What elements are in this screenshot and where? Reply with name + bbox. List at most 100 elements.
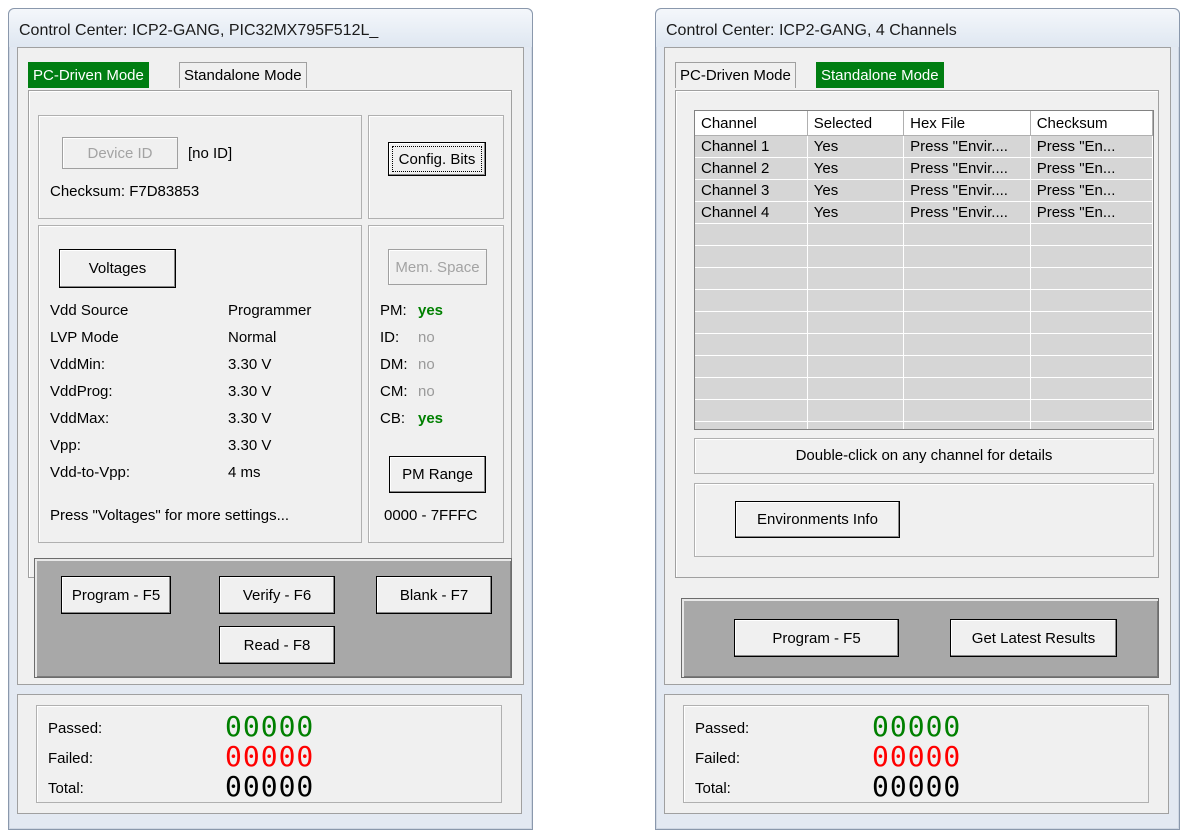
empty-cell xyxy=(903,333,1031,356)
passed-counter: 00000 xyxy=(872,710,962,743)
empty-cell xyxy=(1030,399,1153,422)
cell-checksum: Press "En... xyxy=(1030,179,1153,202)
device-id-button[interactable]: Device ID xyxy=(62,137,178,169)
empty-cell xyxy=(1030,267,1153,290)
empty-cell xyxy=(695,421,808,429)
empty-row xyxy=(695,355,1153,378)
window-title: Control Center: ICP2-GANG, PIC32MX795F51… xyxy=(19,22,379,39)
setting-label: VddMin: xyxy=(50,356,106,373)
program-button[interactable]: Program - F5 xyxy=(61,576,171,614)
setting-value: 3.30 V xyxy=(228,410,272,427)
pc-driven-page: Device ID [no ID] Checksum: F7D83853 Con… xyxy=(28,90,512,578)
column-header-channel[interactable]: Channel xyxy=(695,111,808,136)
standalone-page: Channel Selected Hex File Checksum Chann… xyxy=(675,90,1159,578)
cell-hex-file: Press "Envir.... xyxy=(903,179,1031,202)
empty-cell xyxy=(903,223,1031,246)
mem-space-button[interactable]: Mem. Space xyxy=(388,249,487,285)
empty-rows xyxy=(695,223,1153,429)
program-button[interactable]: Program - F5 xyxy=(734,619,899,657)
passed-counter: 00000 xyxy=(225,710,315,743)
empty-cell xyxy=(903,267,1031,290)
counters-group: Passed: 00000 Failed: 00000 Total: 00000 xyxy=(36,705,502,803)
empty-row xyxy=(695,223,1153,246)
channels-table[interactable]: Channel Selected Hex File Checksum Chann… xyxy=(694,110,1154,430)
failed-label: Failed: xyxy=(695,750,741,767)
passed-label: Passed: xyxy=(695,720,750,737)
tab-pc-driven-mode[interactable]: PC-Driven Mode xyxy=(28,62,149,88)
empty-cell xyxy=(1030,311,1153,334)
empty-cell xyxy=(1030,421,1153,429)
empty-cell xyxy=(807,421,905,429)
column-header-selected[interactable]: Selected xyxy=(807,111,905,136)
total-label: Total: xyxy=(48,780,84,797)
empty-cell xyxy=(1030,333,1153,356)
empty-row xyxy=(695,377,1153,400)
table-row[interactable]: Channel 2 Yes Press "Envir.... Press "En… xyxy=(695,157,1153,180)
empty-cell xyxy=(695,289,808,312)
memory-label-dm: DM: xyxy=(380,356,408,373)
memory-value-id: no xyxy=(418,329,435,346)
blank-button[interactable]: Blank - F7 xyxy=(376,576,492,614)
table-row[interactable]: Channel 4 Yes Press "Envir.... Press "En… xyxy=(695,201,1153,224)
config-bits-button[interactable]: Config. Bits xyxy=(388,142,486,176)
memory-value-cb: yes xyxy=(418,410,444,427)
counters-group: Passed: 00000 Failed: 00000 Total: 00000 xyxy=(683,705,1149,803)
table-row[interactable]: Channel 1 Yes Press "Envir.... Press "En… xyxy=(695,135,1153,158)
title-bar[interactable]: Control Center: ICP2-GANG, 4 Channels xyxy=(656,9,1179,47)
voltages-group: Voltages Vdd Source Programmer LVP Mode … xyxy=(38,225,362,543)
title-bar[interactable]: Control Center: ICP2-GANG, PIC32MX795F51… xyxy=(9,9,532,47)
failed-counter: 00000 xyxy=(872,740,962,773)
channel-details-hint: Double-click on any channel for details xyxy=(694,438,1154,474)
cell-selected: Yes xyxy=(807,179,905,202)
empty-cell xyxy=(1030,289,1153,312)
setting-label: Vdd Source xyxy=(50,302,129,319)
cell-channel: Channel 3 xyxy=(695,179,808,202)
empty-cell xyxy=(695,377,808,400)
setting-label: VddMax: xyxy=(50,410,110,427)
checksum-label: Checksum: F7D83853 xyxy=(50,183,200,200)
total-counter: 00000 xyxy=(225,770,315,803)
cell-hex-file: Press "Envir.... xyxy=(903,135,1031,158)
action-panel: Program - F5 Verify - F6 Blank - F7 Read… xyxy=(34,558,512,678)
tab-standalone-mode[interactable]: Standalone Mode xyxy=(179,62,307,88)
failed-label: Failed: xyxy=(48,750,94,767)
tab-standalone-mode[interactable]: Standalone Mode xyxy=(816,62,944,88)
empty-cell xyxy=(807,333,905,356)
passed-label: Passed: xyxy=(48,720,103,737)
verify-button[interactable]: Verify - F6 xyxy=(219,576,335,614)
memory-label-cb: CB: xyxy=(380,410,406,427)
action-panel: Program - F5 Get Latest Results xyxy=(681,598,1159,678)
empty-cell xyxy=(695,355,808,378)
empty-cell xyxy=(1030,377,1153,400)
table-row[interactable]: Channel 3 Yes Press "Envir.... Press "En… xyxy=(695,179,1153,202)
empty-row xyxy=(695,245,1153,268)
empty-cell xyxy=(807,311,905,334)
memory-space-group: Mem. Space PM: yes ID: no DM: no CM: no … xyxy=(368,225,504,543)
empty-cell xyxy=(807,245,905,268)
cell-channel: Channel 4 xyxy=(695,201,808,224)
counters-panel: Passed: 00000 Failed: 00000 Total: 00000 xyxy=(17,694,522,814)
voltages-button[interactable]: Voltages xyxy=(59,249,176,288)
empty-row xyxy=(695,399,1153,422)
setting-label: VddProg: xyxy=(50,383,113,400)
read-button[interactable]: Read - F8 xyxy=(219,626,335,664)
empty-cell xyxy=(807,399,905,422)
cell-selected: Yes xyxy=(807,135,905,158)
column-header-checksum[interactable]: Checksum xyxy=(1030,111,1153,136)
memory-label-id: ID: xyxy=(380,329,400,346)
pm-range-button[interactable]: PM Range xyxy=(389,456,486,493)
memory-value-pm: yes xyxy=(418,302,444,319)
get-latest-results-button[interactable]: Get Latest Results xyxy=(950,619,1117,657)
total-label: Total: xyxy=(695,780,731,797)
column-header-hex-file[interactable]: Hex File xyxy=(903,111,1031,136)
cell-selected: Yes xyxy=(807,157,905,180)
empty-cell xyxy=(807,223,905,246)
counters-panel: Passed: 00000 Failed: 00000 Total: 00000 xyxy=(664,694,1169,814)
tab-pc-driven-mode[interactable]: PC-Driven Mode xyxy=(675,62,796,88)
environments-info-button[interactable]: Environments Info xyxy=(735,501,900,538)
window-client-area: PC-Driven Mode Standalone Mode Device ID… xyxy=(17,47,524,685)
control-center-window-pc-driven: Control Center: ICP2-GANG, PIC32MX795F51… xyxy=(8,8,533,830)
cell-channel: Channel 2 xyxy=(695,157,808,180)
empty-cell xyxy=(695,267,808,290)
cell-checksum: Press "En... xyxy=(1030,135,1153,158)
